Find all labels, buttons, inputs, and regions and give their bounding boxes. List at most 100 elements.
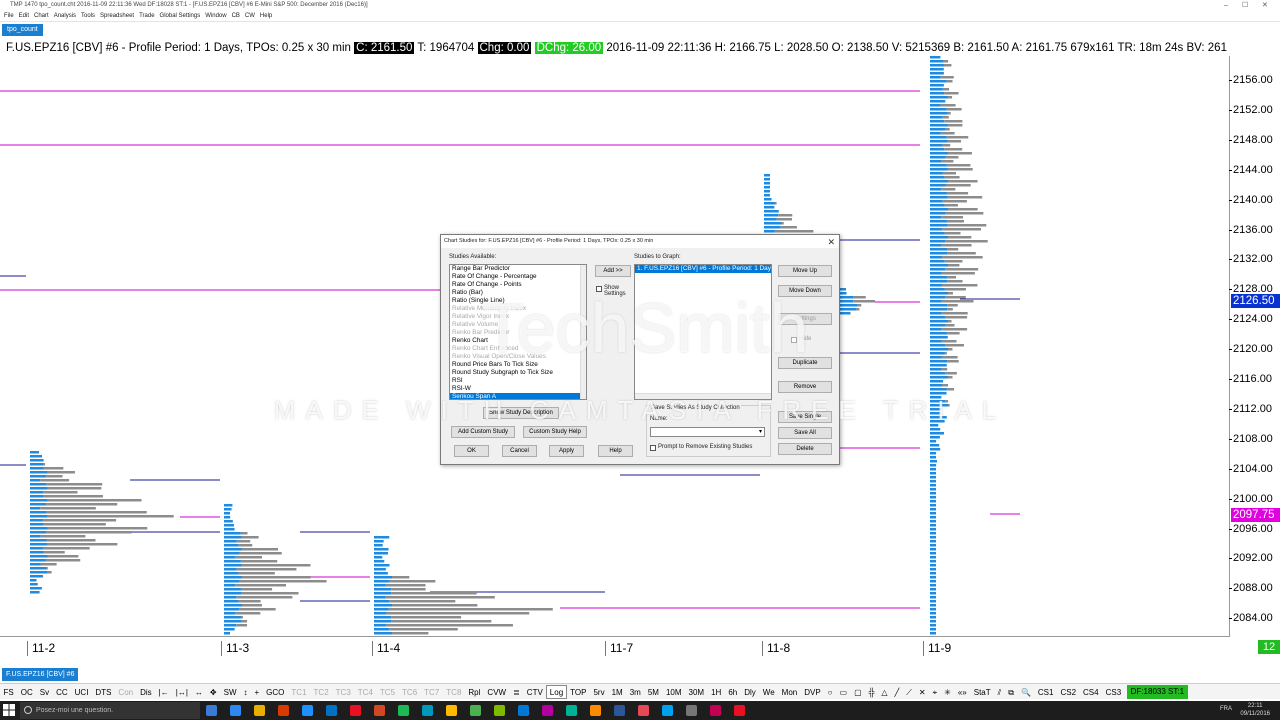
studies-to-graph-scrollbar[interactable]: [635, 393, 771, 399]
menu-item-help[interactable]: Help: [260, 13, 272, 19]
study-list-item[interactable]: Round Price Bars To Tick Size: [450, 361, 586, 369]
chart-sheet-tab[interactable]: F.US.EPZ16 [CBV] #6: [2, 668, 79, 681]
taskbar-app-icon[interactable]: [470, 705, 481, 716]
toolbar-button-dts[interactable]: DTS: [92, 685, 115, 699]
studies-to-graph-list[interactable]: 1. F.US.EPZ16 [CBV] #6 - Profile Period:…: [634, 264, 772, 400]
study-list-item[interactable]: Ratio (Single Line): [450, 297, 586, 305]
hide-box[interactable]: [791, 337, 797, 343]
menu-item-cw[interactable]: CW: [245, 13, 255, 19]
study-list-item[interactable]: Relative Volume: [450, 321, 586, 329]
toolbar-button-sym50[interactable]: ⌖: [929, 685, 941, 699]
toolbar-button-dvp[interactable]: DVP: [801, 685, 824, 699]
menu-item-edit[interactable]: Edit: [19, 13, 29, 19]
show-study-description-button[interactable]: Show Study Description: [483, 407, 559, 419]
taskbar-app-icon[interactable]: [614, 705, 625, 716]
taskbar-app-icon[interactable]: [350, 705, 361, 716]
duplicate-button[interactable]: Duplicate: [778, 357, 832, 369]
taskbar-app-icon[interactable]: [446, 705, 457, 716]
toolbar-button-1m[interactable]: 1M: [608, 685, 626, 699]
toolbar-button-sym44[interactable]: ▢: [851, 685, 866, 699]
toolbar-button-sym46[interactable]: △: [878, 685, 891, 699]
toolbar-button-6h[interactable]: 6h: [725, 685, 741, 699]
taskbar-app-icon[interactable]: [734, 705, 745, 716]
toolbar-button-sym11[interactable]: ✥: [206, 685, 220, 699]
menu-item-file[interactable]: File: [4, 13, 14, 19]
taskbar-app-icon[interactable]: [566, 705, 577, 716]
study-list-item[interactable]: Renko Bar Predictor: [450, 329, 586, 337]
delete-button[interactable]: Delete: [778, 443, 832, 455]
toolbar-button-3m[interactable]: 3m: [626, 685, 644, 699]
close-window-button[interactable]: ✕: [1262, 0, 1268, 11]
apply-button[interactable]: Apply: [549, 445, 584, 457]
study-list-item[interactable]: Rate Of Change - Percentage: [450, 273, 586, 281]
hide-checkbox[interactable]: Hide: [791, 336, 811, 343]
toolbar-button-log[interactable]: Log: [546, 684, 567, 699]
taskbar-app-icon[interactable]: [638, 705, 649, 716]
toolbar-button-sym26[interactable]: ≣: [510, 685, 524, 699]
study-list-item[interactable]: Relative Vigor Index: [450, 313, 586, 321]
study-list-item[interactable]: RSI: [450, 377, 586, 385]
collection-name-combo[interactable]: ▾: [650, 427, 765, 437]
taskbar-app-icon[interactable]: [206, 705, 217, 716]
toolbar-button-cs3[interactable]: CS3: [1102, 685, 1125, 699]
toolbar-button-10m[interactable]: 10M: [662, 685, 685, 699]
menu-item-global-settings[interactable]: Global Settings: [160, 13, 201, 19]
taskbar-app-icon[interactable]: [278, 705, 289, 716]
menu-item-spreadsheet[interactable]: Spreadsheet: [100, 13, 134, 19]
study-list-item[interactable]: Rate Of Change - Points: [450, 281, 586, 289]
minimize-button[interactable]: –: [1224, 0, 1228, 11]
toolbar-button-sym49[interactable]: ✕: [915, 685, 929, 699]
graphed-study-item[interactable]: 1. F.US.EPZ16 [CBV] #6 - Profile Period:…: [635, 265, 771, 273]
toolbar-button-cs1[interactable]: CS1: [1034, 685, 1057, 699]
toolbar-button-tc5[interactable]: TC5: [376, 685, 398, 699]
toolbar-button-sym55[interactable]: ⧉: [1005, 685, 1018, 699]
toolbar-button-ctv[interactable]: CTV: [523, 685, 546, 699]
show-settings-box[interactable]: [596, 286, 602, 292]
taskbar-app-icon[interactable]: [590, 705, 601, 716]
toolbar-button-sym10[interactable]: ↔: [191, 685, 206, 699]
taskbar-app-icon[interactable]: [254, 705, 265, 716]
move-up-button[interactable]: Move Up: [778, 265, 832, 277]
custom-study-help-button[interactable]: Custom Study Help: [523, 426, 587, 438]
menu-item-chart[interactable]: Chart: [34, 13, 49, 19]
menu-item-window[interactable]: Window: [205, 13, 226, 19]
study-list-item[interactable]: Round Study Subgraph to Tick Size: [450, 369, 586, 377]
toolbar-button-tc4[interactable]: TC4: [354, 685, 376, 699]
toolbar-button-sym45[interactable]: ╬: [865, 685, 878, 699]
menu-item-cb[interactable]: CB: [232, 13, 240, 19]
language-indicator[interactable]: FRA: [1220, 706, 1232, 712]
toolbar-button-sym42[interactable]: ○: [824, 685, 836, 699]
toolbar-button-tc7[interactable]: TC7: [421, 685, 443, 699]
ok-button[interactable]: OK: [454, 445, 489, 457]
taskbar-app-icon[interactable]: [422, 705, 433, 716]
toolbar-button-cs2[interactable]: CS2: [1057, 685, 1080, 699]
taskbar-app-icon[interactable]: [686, 705, 697, 716]
taskbar-app-icon[interactable]: [374, 705, 385, 716]
taskbar-app-icon[interactable]: [518, 705, 529, 716]
toolbar-button-dly[interactable]: Dly: [741, 685, 760, 699]
toolbar-button-cs4[interactable]: CS4: [1080, 685, 1103, 699]
toolbar-button-dis[interactable]: Dis: [137, 685, 156, 699]
date-axis[interactable]: 11-2 11-3 11-4 11-7 11-8 11-9: [0, 636, 1230, 656]
toolbar-button-sym14[interactable]: +: [251, 685, 263, 699]
study-list-item[interactable]: Renko Visual Open/Close Values: [450, 353, 586, 361]
toolbar-button-fs[interactable]: FS: [0, 685, 17, 699]
maximize-button[interactable]: ☐: [1242, 0, 1248, 11]
study-list-item[interactable]: Relative Momentum Index: [450, 305, 586, 313]
menu-item-tools[interactable]: Tools: [81, 13, 95, 19]
add-custom-study-button[interactable]: Add Custom Study: [451, 426, 515, 438]
toolbar-button-sym13[interactable]: ↕: [240, 685, 251, 699]
prompt-remove-checkbox[interactable]: Prompt to Remove Existing Studies: [650, 444, 752, 451]
menu-item-trade[interactable]: Trade: [139, 13, 154, 19]
taskbar-app-icon[interactable]: [302, 705, 313, 716]
toolbar-button-5m[interactable]: 5M: [644, 685, 662, 699]
save-single-button[interactable]: Save Single: [778, 411, 832, 423]
toolbar-button-tc2[interactable]: TC2: [310, 685, 332, 699]
toolbar-button-sym8[interactable]: |←: [155, 685, 172, 699]
toolbar-button-sym51[interactable]: ✳: [941, 685, 955, 699]
study-list-item[interactable]: Range Bar Predictor: [450, 265, 586, 273]
toolbar-button-tc1[interactable]: TC1: [288, 685, 310, 699]
toolbar-button-1h[interactable]: 1H: [708, 685, 725, 699]
show-settings-checkbox[interactable]: Show Settings: [596, 285, 632, 297]
toolbar-button-uci[interactable]: UCI: [71, 685, 92, 699]
